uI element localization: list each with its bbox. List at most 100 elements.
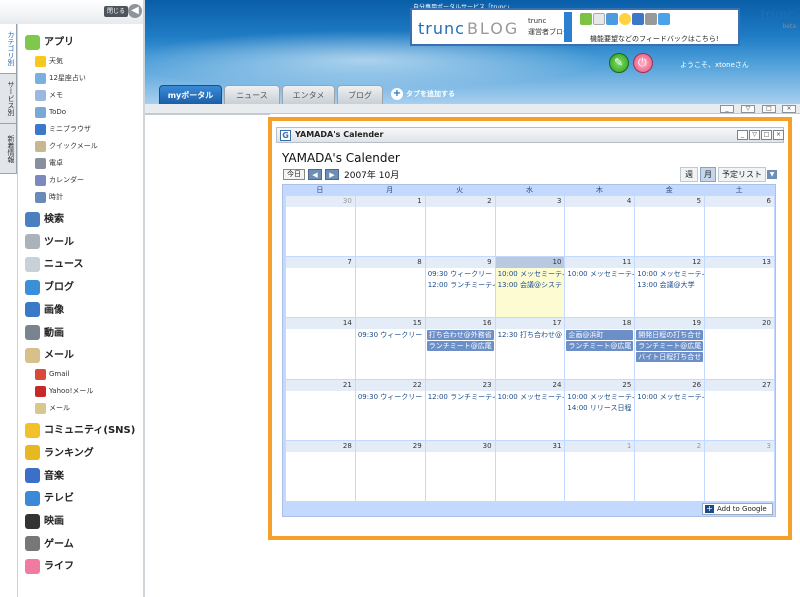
sidebar-category[interactable]: メール [25, 347, 74, 365]
day-cell[interactable]: 1 [355, 196, 425, 257]
sidebar-category[interactable]: アプリ [25, 34, 74, 52]
day-cell[interactable]: 15 09:30 ウィークリー # [355, 318, 425, 379]
gadget-titlebar[interactable]: G YAMADA's Calender _ ▽ □ × [276, 127, 784, 143]
calendar-event[interactable]: 10:00 メッセミーティ [496, 392, 565, 402]
sidebar-category[interactable]: 画像 [25, 302, 64, 320]
day-cell[interactable]: 30 [425, 440, 495, 501]
day-cell[interactable]: 12 10:00 メッセミーティ 13:00 会議@大学 [635, 257, 705, 318]
add-to-google-button[interactable]: Add to Google [702, 503, 773, 515]
collapse-icon[interactable]: ◀ [128, 4, 142, 18]
day-cell[interactable]: 5 [635, 196, 705, 257]
sidebar-subitem[interactable]: ToDo [35, 105, 66, 119]
sidebar-subitem[interactable]: Yahoo!メール [35, 384, 93, 398]
today-button[interactable]: 今日 [283, 169, 305, 180]
close-icon[interactable]: × [782, 105, 796, 113]
gadget-menu-icon[interactable]: ▽ [749, 130, 760, 140]
sidebar-subitem[interactable]: メモ [35, 88, 63, 102]
calendar-event[interactable]: 09:30 ウィークリー # [356, 330, 425, 340]
calendar-allday-event[interactable]: 企画@浜町 [566, 330, 634, 341]
dropdown-icon[interactable]: ▽ [741, 105, 755, 113]
day-cell[interactable]: 25 10:00 メッセミーティ 14:00 リリース日程 [565, 379, 635, 440]
calendar-allday-event[interactable]: 打ち合わせ@外務省 [426, 330, 494, 341]
day-cell[interactable]: 4 [565, 196, 635, 257]
gadget-minimize-icon[interactable]: _ [737, 130, 748, 140]
day-cell[interactable]: 22 09:30 ウィークリー # [355, 379, 425, 440]
day-cell[interactable]: 30 [286, 196, 355, 257]
day-cell[interactable]: 3 [495, 196, 565, 257]
calendar-event[interactable]: 09:30 ウィークリー # [426, 269, 495, 279]
calendar-event[interactable]: 09:30 ウィークリー # [356, 392, 425, 402]
prev-month-icon[interactable]: ◀ [308, 169, 322, 180]
day-cell[interactable]: 19 開発日程の打ち合せ ランチミート@広尾 バイト日程打ち合せ [635, 318, 705, 379]
day-cell[interactable]: 2 [425, 196, 495, 257]
sidebar-category[interactable]: 検索 [25, 211, 64, 229]
sidebar-scrollbar[interactable] [143, 0, 145, 597]
sidebar-subitem[interactable]: 12星座占い [35, 71, 86, 85]
calendar-event[interactable]: 13:00 会議@大学 [635, 280, 704, 290]
minimize-icon[interactable]: _ [720, 105, 734, 113]
calendar-event[interactable]: 10:00 メッセミーティ [635, 269, 704, 279]
close-sidebar-button[interactable]: 閉じる [104, 6, 129, 17]
restore-icon[interactable]: □ [762, 105, 776, 113]
tab-news[interactable]: ニュース [224, 85, 280, 104]
day-cell[interactable]: 11 10:00 メッセミーティ [565, 257, 635, 318]
day-cell[interactable]: 7 [286, 257, 355, 318]
calendar-event[interactable]: 12:00 ランチミーティ [426, 280, 495, 290]
sidebar-category[interactable]: ブログ [25, 279, 74, 297]
calendar-event[interactable]: 10:00 メッセミーティ [565, 269, 634, 279]
day-cell[interactable]: 14 [286, 318, 355, 379]
day-cell[interactable]: 10 10:00 メッセミーティ 13:00 会議@システ [495, 257, 565, 318]
calendar-allday-event[interactable]: ランチミート@広尾 [566, 341, 634, 352]
edit-icon[interactable] [609, 53, 629, 73]
sidebar-category[interactable]: ニュース [25, 256, 84, 274]
add-tab-button[interactable]: + タブを追加する [391, 86, 455, 102]
day-cell[interactable]: 20 [705, 318, 774, 379]
day-cell[interactable]: 21 [286, 379, 355, 440]
sidebar-category[interactable]: 動画 [25, 325, 64, 343]
day-cell[interactable]: 3 [705, 440, 774, 501]
day-cell[interactable]: 24 10:00 メッセミーティ [495, 379, 565, 440]
vtab-category[interactable]: カテゴリ別 [0, 24, 17, 74]
list-dropdown-icon[interactable]: ▼ [767, 170, 777, 179]
sidebar-category[interactable]: 音楽 [25, 468, 64, 486]
vtab-new[interactable]: 新着情報 [0, 124, 17, 174]
sidebar-category[interactable]: テレビ [25, 490, 74, 508]
calendar-event[interactable]: 14:00 リリース日程 [565, 403, 634, 413]
sidebar-subitem[interactable]: 電卓 [35, 156, 63, 170]
day-cell[interactable]: 17 12:30 打ち合わせ@ [495, 318, 565, 379]
day-cell[interactable]: 26 10:00 メッセミーティ [635, 379, 705, 440]
sidebar-subitem[interactable]: カレンダー [35, 173, 84, 187]
day-cell[interactable]: 31 [495, 440, 565, 501]
calendar-allday-event[interactable]: ランチミート@広尾 [636, 341, 704, 352]
calendar-event[interactable]: 13:00 会議@システ [496, 280, 565, 290]
tab-myportal[interactable]: myポータル [159, 85, 222, 104]
tab-entame[interactable]: エンタメ [282, 85, 335, 104]
sidebar-category[interactable]: 映画 [25, 513, 64, 531]
calendar-allday-event[interactable]: バイト日程打ち合せ [636, 352, 704, 363]
calendar-event[interactable]: 10:00 メッセミーティ [496, 269, 565, 279]
calendar-allday-event[interactable]: ランチミート@広尾 [426, 341, 494, 352]
feedback-text[interactable]: 機能要望などのフィードバックはこちら! [590, 34, 719, 44]
day-cell[interactable]: 9 09:30 ウィークリー #12:00 ランチミーティ [425, 257, 495, 318]
day-cell[interactable]: 13 [705, 257, 774, 318]
blog-banner[interactable]: trunc BLOG trunc 運営者ブログ 機能要望などのフィードバックはこちら… [410, 8, 740, 46]
tab-blog[interactable]: ブログ [337, 85, 383, 104]
sidebar-category[interactable]: ライフ [25, 558, 74, 576]
day-cell[interactable]: 2 [635, 440, 705, 501]
sidebar-category[interactable]: ツール [25, 234, 74, 252]
day-cell[interactable]: 18 企画@浜町 ランチミート@広尾 [565, 318, 635, 379]
sidebar-category[interactable]: ゲーム [25, 536, 74, 554]
gadget-maximize-icon[interactable]: □ [761, 130, 772, 140]
day-cell[interactable]: 6 [705, 196, 774, 257]
sidebar-subitem[interactable]: メール [35, 401, 70, 415]
day-cell[interactable]: 1 [565, 440, 635, 501]
sidebar-subitem[interactable]: Gmail [35, 367, 69, 381]
sidebar-subitem[interactable]: ミニブラウザ [35, 122, 91, 136]
day-cell[interactable]: 23 12:00 ランチミーティ [425, 379, 495, 440]
sidebar-category[interactable]: コミュニティ(SNS) [25, 422, 135, 440]
gadget-close-icon[interactable]: × [773, 130, 784, 140]
day-cell[interactable]: 29 [355, 440, 425, 501]
sidebar-subitem[interactable]: クイックメール [35, 139, 98, 153]
sidebar-subitem[interactable]: 天気 [35, 54, 63, 68]
calendar-event[interactable]: 10:00 メッセミーティ [565, 392, 634, 402]
